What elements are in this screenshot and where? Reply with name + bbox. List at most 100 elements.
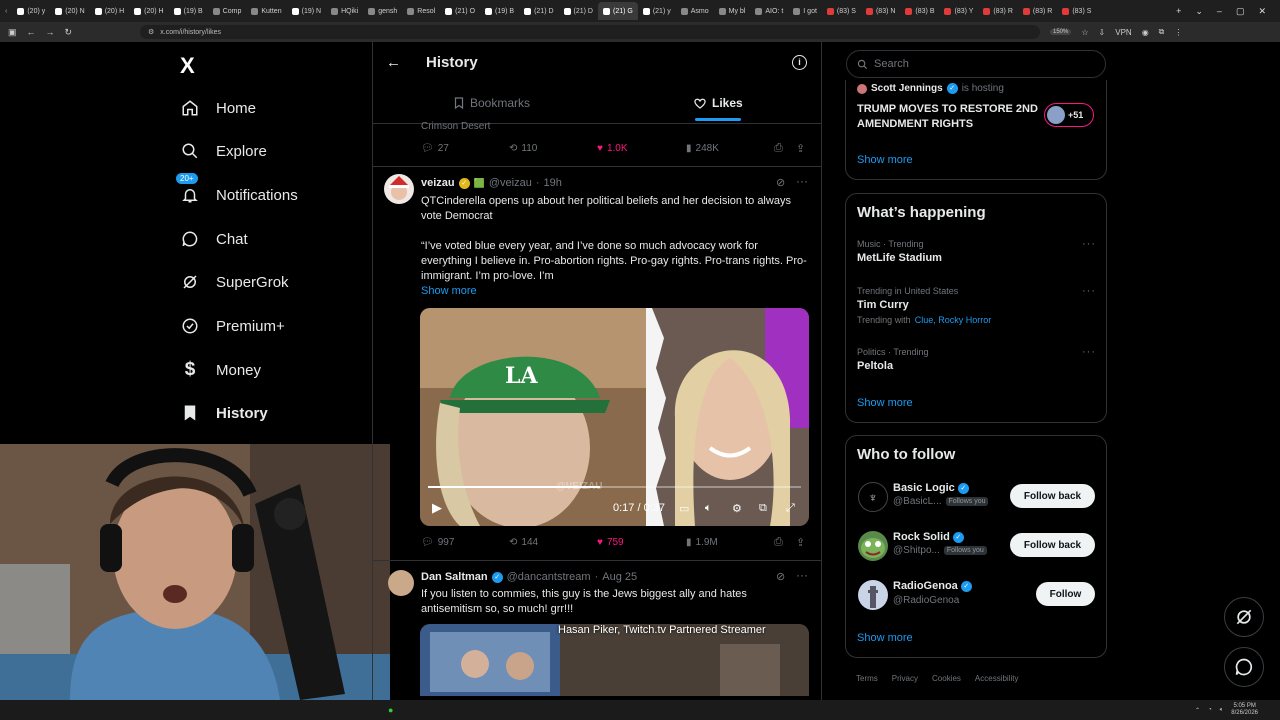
back-icon[interactable]: ← bbox=[27, 27, 36, 38]
user-info[interactable]: Rock Solid ✓ @Shitpo... Follows you bbox=[893, 531, 987, 556]
settings-icon[interactable]: ⚙ bbox=[732, 502, 742, 515]
tweet-time[interactable]: 19h bbox=[544, 177, 562, 189]
follow-button[interactable]: Follow bbox=[1036, 582, 1095, 606]
sidebar-item-home[interactable]: Home bbox=[180, 98, 256, 118]
sidebar-item-supergrok[interactable]: SuperGrok bbox=[180, 272, 289, 292]
extensions-icon[interactable]: ⧉ bbox=[1159, 27, 1165, 37]
footer-link-terms[interactable]: Terms bbox=[856, 674, 878, 683]
browser-tab[interactable]: (20) N bbox=[50, 2, 89, 20]
avatar[interactable] bbox=[388, 570, 414, 596]
browser-tab[interactable]: (83) Y bbox=[939, 2, 978, 20]
browser-tab[interactable]: (21) D bbox=[559, 2, 598, 20]
network-icon[interactable]: ◔ bbox=[1208, 707, 1212, 713]
like-button[interactable]: ♥ 759 bbox=[597, 537, 624, 548]
video-player[interactable]: LA @VEIZAU ▶ 0:17 / 0:37 ▭ 🔈︎ ⚙ ⧉ ⤢ bbox=[420, 308, 809, 526]
follow-back-button[interactable]: Follow back bbox=[1010, 533, 1095, 557]
footer-link-cookies[interactable]: Cookies bbox=[932, 674, 961, 683]
browser-tab[interactable]: Asmo bbox=[676, 2, 714, 20]
more-icon[interactable]: ··· bbox=[1082, 238, 1096, 250]
browser-tab[interactable]: (20) y bbox=[12, 2, 50, 20]
retweet-button[interactable]: ⟲ 144 bbox=[509, 537, 538, 548]
avatar[interactable] bbox=[858, 531, 888, 561]
browser-tab[interactable]: (83) R bbox=[978, 2, 1017, 20]
browser-tab[interactable]: (83) R bbox=[1018, 2, 1057, 20]
space-listeners[interactable]: +51 bbox=[1044, 103, 1094, 127]
trend-item[interactable]: Trending in United States Tim Curry Tren… bbox=[857, 286, 991, 325]
like-button[interactable]: ♥ 1.0K bbox=[597, 143, 628, 154]
clock[interactable]: 5:05 PM 8/26/2026 bbox=[1231, 703, 1258, 717]
trend-item[interactable]: Politics · Trending Peltola bbox=[857, 347, 929, 372]
back-arrow-icon[interactable]: ← bbox=[386, 54, 401, 71]
avatar[interactable]: ♆ bbox=[858, 482, 888, 512]
browser-tab[interactable]: gensh bbox=[363, 2, 402, 20]
new-tab-button[interactable]: + bbox=[1176, 6, 1181, 17]
browser-tab[interactable]: Comp bbox=[208, 2, 247, 20]
profile-icon[interactable]: ◉ bbox=[1142, 28, 1149, 37]
tab-likes[interactable]: Likes bbox=[694, 96, 743, 110]
search-input[interactable]: Search bbox=[846, 50, 1106, 78]
browser-tab[interactable]: HQiki bbox=[326, 2, 363, 20]
sidebar-item-history[interactable]: History bbox=[180, 403, 268, 423]
browser-tab[interactable]: (83) N bbox=[861, 2, 900, 20]
sidebar-item-premium[interactable]: Premium+ bbox=[180, 316, 285, 336]
reload-icon[interactable]: ↻ bbox=[65, 27, 73, 38]
tab-list-button[interactable]: ⌄ bbox=[1195, 6, 1203, 17]
info-icon[interactable]: i bbox=[792, 55, 807, 70]
author-name[interactable]: Dan Saltman bbox=[421, 571, 488, 583]
browser-tab[interactable]: (19) N bbox=[287, 2, 326, 20]
sidebar-item-notifications[interactable]: 20+ Notifications bbox=[176, 173, 298, 205]
browser-tab[interactable]: (20) H bbox=[90, 2, 129, 20]
user-info[interactable]: Basic Logic ✓ @BasicL... Follows you bbox=[893, 482, 989, 507]
browser-tab[interactable]: (19) B bbox=[169, 2, 208, 20]
captions-icon[interactable]: ▭ bbox=[679, 502, 689, 515]
browser-tab[interactable]: (19) B bbox=[480, 2, 519, 20]
play-icon[interactable]: ▶ bbox=[432, 500, 442, 516]
maximize-button[interactable]: ▢ bbox=[1236, 6, 1245, 17]
reply-button[interactable]: 💬︎ 27 bbox=[421, 143, 449, 154]
download-icon[interactable]: ⇩ bbox=[1099, 28, 1106, 37]
app-icon[interactable]: ● bbox=[388, 705, 393, 715]
messages-fab[interactable] bbox=[1224, 647, 1264, 687]
user-info[interactable]: RadioGenoa ✓ @RadioGenoa bbox=[893, 580, 972, 606]
browser-tab[interactable]: (83) S bbox=[822, 2, 861, 20]
more-icon[interactable]: ··· bbox=[1082, 285, 1096, 297]
browser-tab[interactable]: I got bbox=[788, 2, 822, 20]
grok-fab[interactable] bbox=[1224, 597, 1264, 637]
zoom-indicator[interactable]: 150% bbox=[1050, 29, 1072, 35]
follow-back-button[interactable]: Follow back bbox=[1010, 484, 1095, 508]
star-icon[interactable]: ☆ bbox=[1081, 28, 1088, 37]
browser-tab[interactable]: (83) B bbox=[900, 2, 939, 20]
tweet-time[interactable]: Aug 25 bbox=[602, 571, 637, 583]
video-player[interactable]: Hasan Piker, Twitch.tv Partnered Streame… bbox=[420, 624, 809, 696]
retweet-button[interactable]: ⟲ 110 bbox=[509, 143, 537, 154]
forward-icon[interactable]: → bbox=[46, 27, 55, 38]
browser-tab[interactable]: (21) y bbox=[638, 2, 676, 20]
fullscreen-icon[interactable]: ⤢ bbox=[786, 502, 795, 515]
live-space-card[interactable]: Scott Jennings ✓ is hosting TRUMP MOVES … bbox=[845, 80, 1107, 180]
browser-tab[interactable]: (21) O bbox=[440, 2, 480, 20]
sidebar-toggle-icon[interactable]: ▣ bbox=[8, 27, 17, 38]
author-name[interactable]: veizau bbox=[421, 177, 455, 189]
menu-icon[interactable]: ⋮ bbox=[1174, 28, 1182, 37]
show-more-link[interactable]: Show more bbox=[857, 154, 913, 166]
author-handle[interactable]: @veizau bbox=[489, 177, 532, 189]
browser-tab[interactable]: (21) D bbox=[519, 2, 558, 20]
sidebar-item-explore[interactable]: Explore bbox=[180, 141, 267, 161]
share-button[interactable]: ⇪ bbox=[796, 142, 805, 155]
volume-icon[interactable]: 🔈︎ bbox=[1220, 707, 1224, 714]
browser-tab[interactable]: (83) S bbox=[1057, 2, 1096, 20]
views-button[interactable]: ▮ 248K bbox=[686, 143, 719, 154]
browser-tab[interactable]: AIO: t bbox=[750, 2, 788, 20]
minimize-button[interactable]: – bbox=[1217, 6, 1222, 17]
browser-tab[interactable]: (20) H bbox=[129, 2, 168, 20]
vpn-button[interactable]: VPN bbox=[1115, 28, 1131, 37]
sidebar-item-chat[interactable]: Chat bbox=[180, 229, 248, 249]
trend-with-links[interactable]: Clue, Rocky Horror bbox=[915, 315, 992, 325]
video-progress-track[interactable] bbox=[428, 486, 801, 488]
browser-tab[interactable]: (21) G bbox=[597, 2, 638, 20]
reply-button[interactable]: 💬︎ 997 bbox=[421, 537, 454, 548]
show-more-link[interactable]: Show more bbox=[421, 284, 477, 299]
show-more-link[interactable]: Show more bbox=[857, 632, 913, 644]
more-icon[interactable]: ··· bbox=[796, 174, 808, 188]
site-info-icon[interactable]: ⚙ bbox=[148, 28, 154, 36]
